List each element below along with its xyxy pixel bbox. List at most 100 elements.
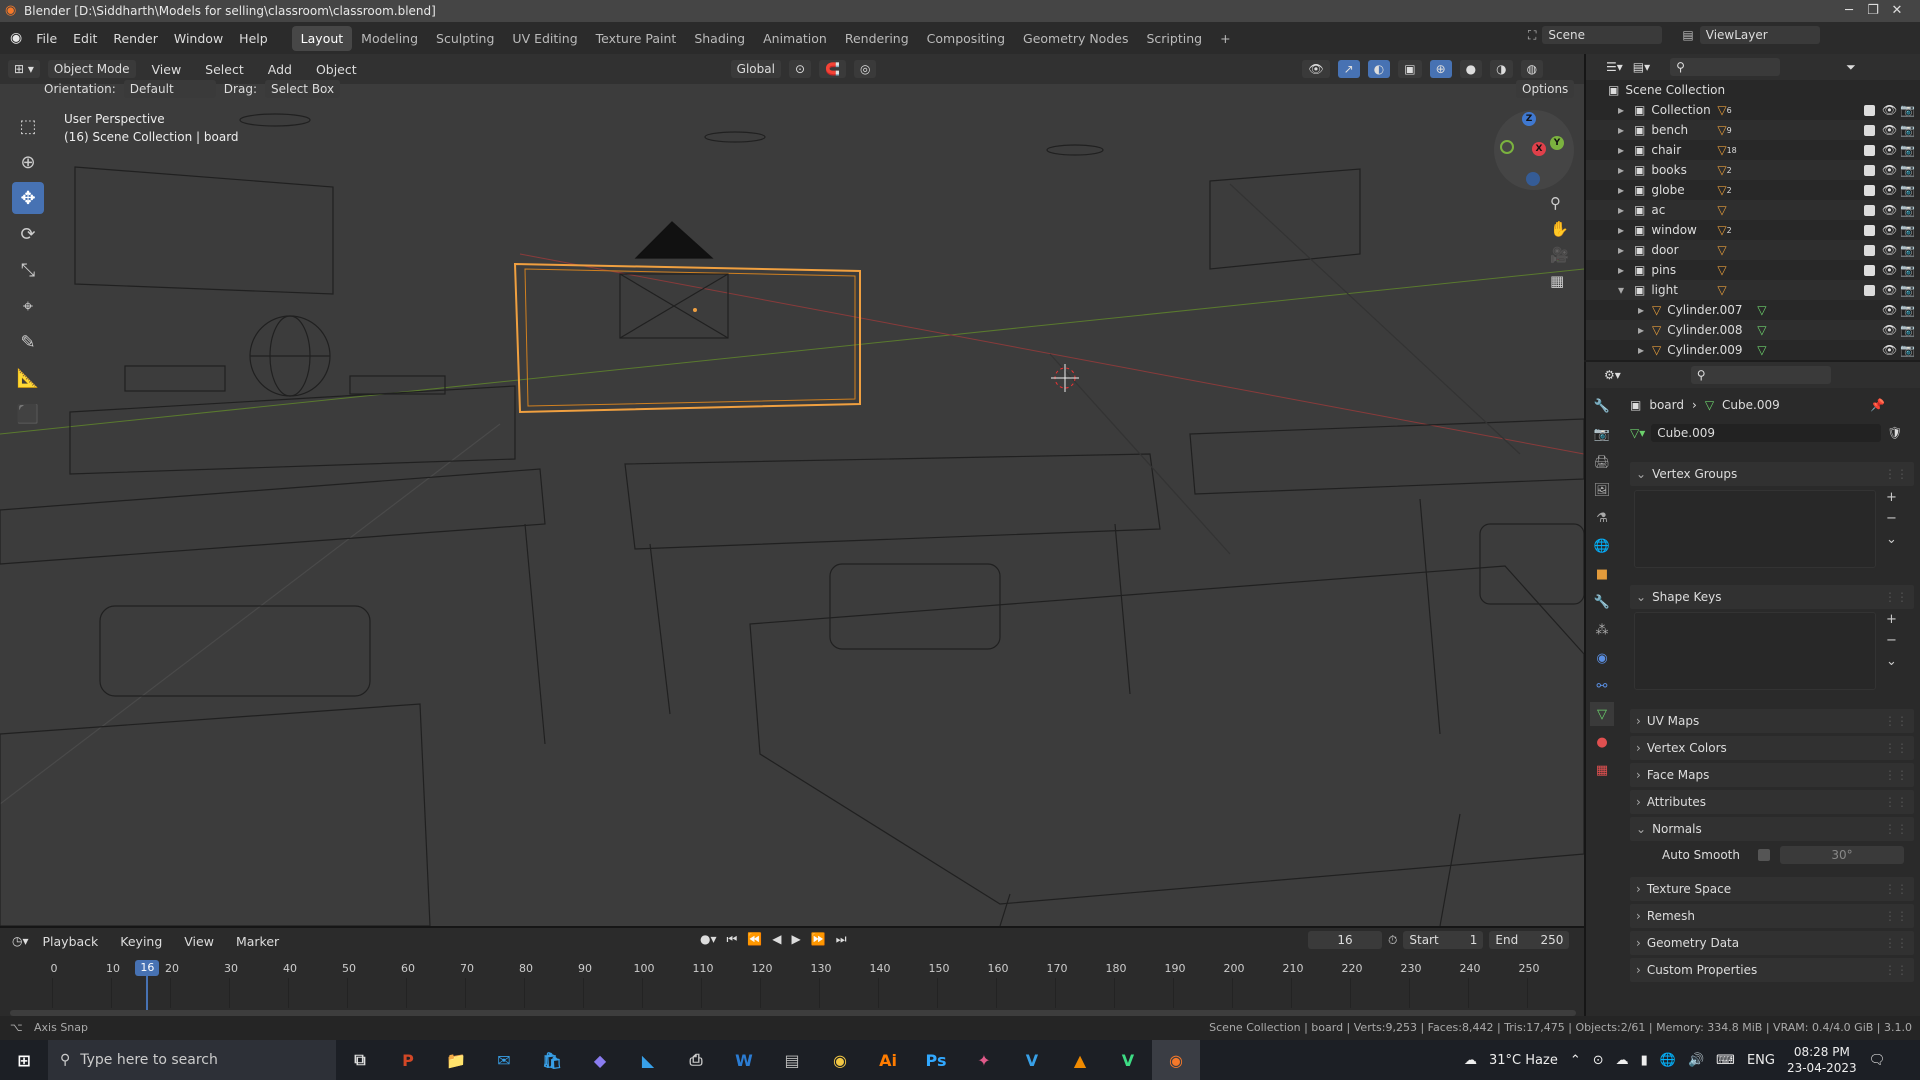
- expand-arrow-icon[interactable]: ▸: [1638, 343, 1652, 357]
- eye-visibility-icon[interactable]: 👁: [1882, 163, 1897, 177]
- overlay-toggle-icon[interactable]: ◐: [1367, 60, 1391, 78]
- gizmo-neg-z[interactable]: [1526, 172, 1540, 186]
- remove-item-button[interactable]: −: [1886, 511, 1897, 526]
- wireframe-scene[interactable]: [0, 54, 1584, 926]
- media-player-icon[interactable]: ◆: [576, 1040, 624, 1080]
- add-item-button[interactable]: +: [1886, 490, 1897, 505]
- outliner-scene-collection[interactable]: ▣ Scene Collection: [1586, 80, 1920, 100]
- visibility-icon[interactable]: 👁: [1302, 60, 1330, 78]
- vectorize-icon[interactable]: V: [1008, 1040, 1056, 1080]
- expand-arrow-icon[interactable]: ▸: [1618, 243, 1634, 257]
- playhead-line[interactable]: [146, 976, 149, 1014]
- options-button[interactable]: Options: [1516, 80, 1575, 98]
- pivot-point-icon[interactable]: ⊙: [788, 60, 811, 78]
- outliner-row-globe[interactable]: ▸ ▣ globe ▽ 2 👁 📷: [1586, 180, 1920, 200]
- workspace-tab-layout[interactable]: Layout: [291, 25, 353, 51]
- menu-edit[interactable]: Edit: [65, 31, 105, 46]
- expand-arrow-icon[interactable]: ▸: [1618, 183, 1634, 197]
- panel-geometry-data[interactable]: › Geometry Data ⋮⋮: [1630, 931, 1914, 955]
- exclude-checkbox[interactable]: [1864, 124, 1875, 136]
- modifier-tab-icon[interactable]: 🔧: [1590, 590, 1614, 614]
- illustrator-icon[interactable]: Ai: [864, 1040, 912, 1080]
- move-tool-icon[interactable]: ✥: [12, 182, 44, 214]
- exclude-checkbox[interactable]: [1864, 244, 1875, 256]
- auto-smooth-checkbox[interactable]: [1757, 849, 1770, 861]
- eye-visibility-icon[interactable]: 👁: [1882, 183, 1897, 197]
- render-camera-icon[interactable]: 📷: [1900, 123, 1915, 137]
- expand-arrow-icon[interactable]: ▸: [1618, 203, 1634, 217]
- material-shading-icon[interactable]: ◑: [1490, 60, 1513, 78]
- workspace-tab-rendering[interactable]: Rendering: [836, 26, 918, 51]
- workspace-tab-animation[interactable]: Animation: [754, 26, 836, 51]
- render-camera-icon[interactable]: 📷: [1900, 103, 1915, 117]
- outliner-row-ac[interactable]: ▸ ▣ ac ▽ 👁 📷: [1586, 200, 1920, 220]
- orientation-selector[interactable]: Default: [123, 80, 216, 98]
- blender-menu-icon[interactable]: ◉: [10, 30, 22, 46]
- menu-file[interactable]: File: [28, 31, 65, 46]
- render-camera-icon[interactable]: 📷: [1900, 243, 1915, 257]
- expand-arrow-icon[interactable]: ▾: [1618, 283, 1634, 297]
- workspace-tab-texture-paint[interactable]: Texture Paint: [587, 26, 686, 51]
- workspace-tab-shading[interactable]: Shading: [685, 26, 754, 51]
- mesh-data-tab-icon[interactable]: ▽: [1590, 702, 1614, 726]
- battery-icon[interactable]: ▮: [1641, 1053, 1648, 1068]
- drag-handle-icon[interactable]: ⋮⋮: [1884, 590, 1908, 604]
- timeline-menu-view[interactable]: View: [176, 934, 222, 949]
- drag-handle-icon[interactable]: ⋮⋮: [1884, 822, 1908, 836]
- outliner-row-books[interactable]: ▸ ▣ books ▽ 2 👁 📷: [1586, 160, 1920, 180]
- mail-icon[interactable]: ✉: [480, 1040, 528, 1080]
- more-options-icon[interactable]: ⌄: [1886, 654, 1897, 669]
- add-item-button[interactable]: +: [1886, 612, 1897, 627]
- annotate-tool-icon[interactable]: ✎: [12, 326, 44, 358]
- render-camera-icon[interactable]: 📷: [1900, 223, 1915, 237]
- exclude-checkbox[interactable]: [1864, 164, 1875, 176]
- snap-icon[interactable]: 🧲: [819, 60, 846, 78]
- workspace-tab-scripting[interactable]: Scripting: [1137, 26, 1211, 51]
- vue-app-icon[interactable]: V: [1104, 1040, 1152, 1080]
- jump-start-icon[interactable]: ⏮: [727, 932, 738, 947]
- workspace-tab-modeling[interactable]: Modeling: [352, 26, 427, 51]
- blender-taskbar-icon[interactable]: ◉: [1152, 1040, 1200, 1080]
- sticky-app-icon[interactable]: ◣: [624, 1040, 672, 1080]
- transform-tool-icon[interactable]: ⌖: [12, 290, 44, 322]
- gizmo-z-axis[interactable]: Z: [1522, 112, 1536, 126]
- word-icon[interactable]: W: [720, 1040, 768, 1080]
- keyboard-icon[interactable]: ⌨: [1716, 1053, 1735, 1068]
- timeline-menu-marker[interactable]: Marker: [228, 934, 287, 949]
- render-camera-icon[interactable]: 📷: [1900, 143, 1915, 157]
- tray-chevron-icon[interactable]: ⌃: [1570, 1053, 1581, 1068]
- eye-visibility-icon[interactable]: 👁: [1882, 203, 1897, 217]
- volume-icon[interactable]: 🔊: [1688, 1053, 1704, 1068]
- texture-tab-icon[interactable]: ▦: [1590, 758, 1614, 782]
- gizmo-y-axis[interactable]: Y: [1550, 136, 1564, 150]
- rendered-shading-icon[interactable]: ◍: [1520, 60, 1544, 78]
- eye-visibility-icon[interactable]: 👁: [1882, 243, 1897, 257]
- expand-arrow-icon[interactable]: ▸: [1618, 223, 1634, 237]
- render-camera-icon[interactable]: 📷: [1900, 283, 1915, 297]
- exclude-checkbox[interactable]: [1864, 284, 1875, 296]
- tool-tab-icon[interactable]: 🔧: [1590, 394, 1614, 418]
- start-frame-field[interactable]: Start 1: [1403, 931, 1484, 949]
- 3d-viewport[interactable]: Z Y X ⚲ ✋ 🎥 ▦: [0, 54, 1584, 926]
- drag-handle-icon[interactable]: ⋮⋮: [1884, 882, 1908, 896]
- store-icon[interactable]: 🛍: [528, 1040, 576, 1080]
- play-reverse-icon[interactable]: ◀: [772, 932, 781, 947]
- zoom-icon[interactable]: ⚲: [1550, 194, 1569, 212]
- expand-arrow-icon[interactable]: ▸: [1618, 123, 1634, 137]
- render-camera-icon[interactable]: 📷: [1900, 203, 1915, 217]
- tray-app-icon[interactable]: ⊙: [1593, 1053, 1604, 1068]
- drag-handle-icon[interactable]: ⋮⋮: [1884, 936, 1908, 950]
- scene-tab-icon[interactable]: ⚗: [1590, 506, 1614, 530]
- shape-keys-list[interactable]: [1634, 612, 1876, 690]
- add-workspace-button[interactable]: +: [1211, 26, 1239, 51]
- panel-vertex-colors[interactable]: › Vertex Colors ⋮⋮: [1630, 736, 1914, 760]
- expand-arrow-icon[interactable]: ▸: [1618, 103, 1634, 117]
- weather-text[interactable]: 31°C Haze: [1489, 1053, 1558, 1068]
- end-frame-field[interactable]: End 250: [1489, 931, 1570, 949]
- next-key-icon[interactable]: ⏩: [811, 932, 826, 947]
- mode-selector[interactable]: Object Mode: [47, 60, 136, 78]
- exclude-checkbox[interactable]: [1864, 184, 1875, 196]
- navigation-gizmo[interactable]: Z Y X: [1494, 110, 1574, 190]
- chrome-icon[interactable]: ◉: [816, 1040, 864, 1080]
- output-tab-icon[interactable]: 🖨: [1590, 450, 1614, 474]
